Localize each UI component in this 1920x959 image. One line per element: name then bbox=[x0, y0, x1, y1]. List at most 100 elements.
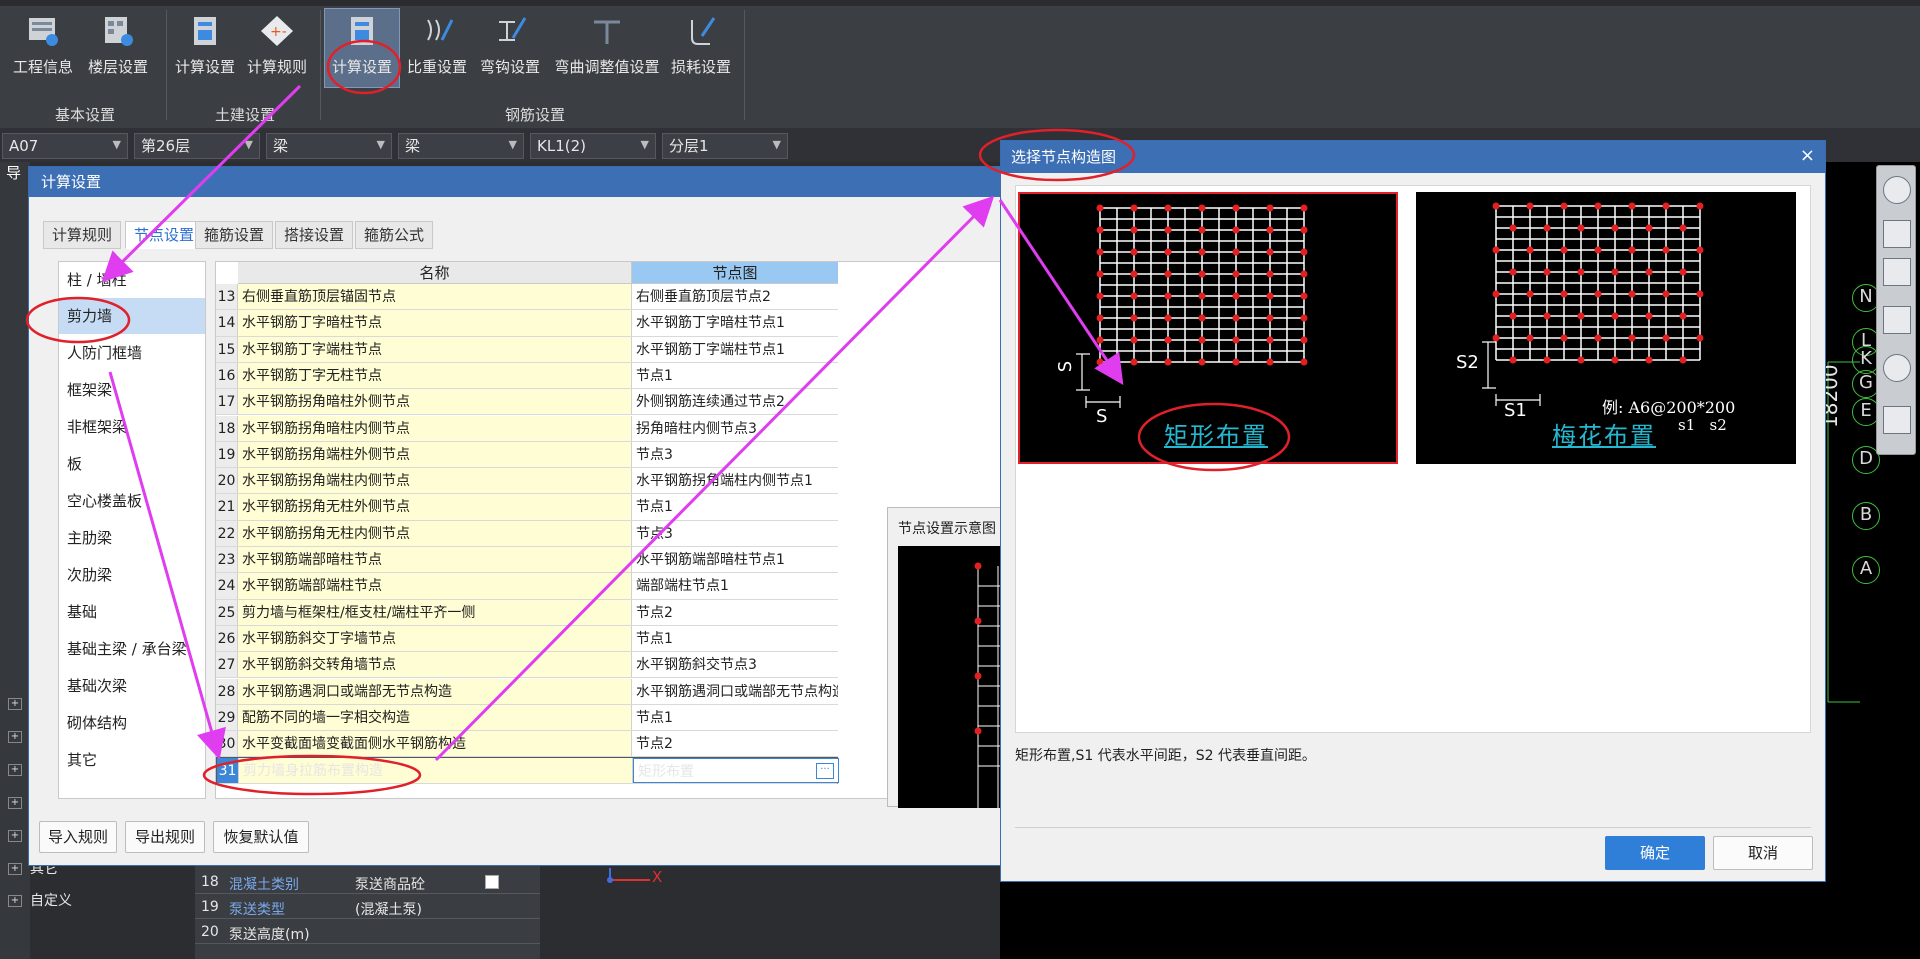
row-node-value[interactable]: 外侧钢筋连续通过节点2 bbox=[632, 389, 838, 415]
category-item[interactable]: 空心楼盖板 bbox=[59, 483, 205, 519]
hook-settings-button[interactable]: 弯钩设置 bbox=[476, 10, 544, 86]
row-node-value[interactable]: 节点3 bbox=[632, 441, 838, 468]
expand-icon[interactable]: + bbox=[8, 863, 22, 875]
category-item[interactable]: 柱 / 墙柱 bbox=[59, 262, 205, 298]
project-select[interactable]: A07 ▼ bbox=[2, 133, 128, 159]
nav-item-custom[interactable]: 自定义 bbox=[30, 890, 72, 910]
row-node-value[interactable]: 右侧垂直筋顶层节点2 bbox=[632, 284, 838, 310]
table-row[interactable]: 16 水平钢筋丁字无柱节点 节点1 bbox=[216, 362, 838, 390]
table-row[interactable]: 29 配筋不同的墙一字相交构造 节点1 bbox=[216, 704, 838, 732]
category-item[interactable]: 板 bbox=[59, 446, 205, 482]
category-item[interactable]: 基础主梁 / 承台梁 bbox=[59, 631, 205, 667]
tab-calc-rules[interactable]: 计算规则 bbox=[43, 221, 122, 249]
floor-select[interactable]: 第26层 ▼ bbox=[134, 133, 260, 159]
category-item[interactable]: 砌体结构 bbox=[59, 705, 205, 741]
column-header-name[interactable]: 名称 bbox=[238, 262, 632, 284]
loss-settings-button[interactable]: 损耗设置 bbox=[668, 10, 734, 86]
table-row[interactable]: 17 水平钢筋拐角暗柱外侧节点 外侧钢筋连续通过节点2 bbox=[216, 389, 838, 416]
table-row[interactable]: 28 水平钢筋遇洞口或端部无节点构造 水平钢筋遇洞口或端部无节点构造2 bbox=[216, 678, 838, 705]
row-node-value[interactable]: 端部端柱节点1 bbox=[632, 573, 838, 599]
bend-adjust-button[interactable]: 弯曲调整值设置 bbox=[550, 10, 664, 86]
table-row[interactable]: 22 水平钢筋拐角无柱内侧节点 节点3 bbox=[216, 520, 838, 547]
layers-icon[interactable] bbox=[1883, 406, 1911, 434]
tab-stirrup-settings[interactable]: 箍筋设置 bbox=[195, 221, 274, 249]
import-rules-button[interactable]: 导入规则 bbox=[39, 821, 117, 853]
expand-icon[interactable]: + bbox=[8, 698, 22, 710]
row-node-value[interactable]: 水平钢筋端部暗柱节点1 bbox=[632, 547, 838, 573]
node-option-plum-blossom[interactable]: S2 S1 例: A6@200*200 s1 s2 梅花布置 bbox=[1416, 192, 1796, 464]
row-node-value[interactable]: 水平钢筋拐角端柱内侧节点1 bbox=[632, 468, 838, 494]
rebar-calc-settings-button[interactable]: 计算设置 bbox=[328, 10, 396, 86]
row-node-value[interactable]: 拐角暗柱内侧节点3 bbox=[632, 415, 838, 441]
row-node-value[interactable]: 水平钢筋丁字端柱节点1 bbox=[632, 336, 838, 362]
table-row[interactable]: 15 水平钢筋丁字端柱节点 水平钢筋丁字端柱节点1 bbox=[216, 336, 838, 363]
category-item[interactable]: 非框架梁 bbox=[59, 409, 205, 445]
close-icon[interactable]: × bbox=[1800, 141, 1815, 171]
tab-node-settings[interactable]: 节点设置 bbox=[125, 221, 204, 249]
table-row[interactable]: 18 水平钢筋拐角暗柱内侧节点 拐角暗柱内侧节点3 bbox=[216, 415, 838, 442]
category-item[interactable]: 基础次梁 bbox=[59, 668, 205, 704]
3d-view-icon[interactable] bbox=[1883, 220, 1911, 248]
row-node-value[interactable]: 水平钢筋斜交节点3 bbox=[632, 652, 838, 678]
table-row[interactable]: 27 水平钢筋斜交转角墙节点 水平钢筋斜交节点3 bbox=[216, 652, 838, 679]
export-rules-button[interactable]: 导出规则 bbox=[125, 821, 205, 853]
table-row[interactable]: 24 水平钢筋端部端柱节点 端部端柱节点1 bbox=[216, 573, 838, 600]
column-header-node[interactable]: 节点图 bbox=[632, 262, 838, 284]
calc-rules-button[interactable]: +- 计算规则 bbox=[244, 10, 310, 86]
tab-lap-settings[interactable]: 搭接设置 bbox=[275, 221, 354, 249]
row-node-value[interactable]: 节点1 bbox=[632, 625, 838, 652]
row-node-value[interactable]: 节点2 bbox=[632, 731, 838, 757]
row-node-value[interactable]: 节点1 bbox=[632, 362, 838, 389]
category-item[interactable]: 主肋梁 bbox=[59, 520, 205, 556]
row-node-value[interactable]: 节点1 bbox=[632, 704, 838, 731]
category-item[interactable]: 其它 bbox=[59, 742, 205, 778]
top-view-icon[interactable] bbox=[1883, 258, 1911, 286]
category-item[interactable]: 人防门框墙 bbox=[59, 335, 205, 371]
cancel-button[interactable]: 取消 bbox=[1713, 836, 1813, 870]
component-select[interactable]: 梁 ▼ bbox=[398, 133, 524, 159]
orbit-icon[interactable] bbox=[1883, 176, 1911, 204]
table-row[interactable]: 26 水平钢筋斜交丁字墙节点 节点1 bbox=[216, 625, 838, 653]
category-item[interactable]: 框架梁 bbox=[59, 372, 205, 408]
member-select[interactable]: KL1(2) ▼ bbox=[530, 133, 656, 159]
row-node-value[interactable]: 水平钢筋遇洞口或端部无节点构造2 bbox=[632, 678, 838, 704]
expand-icon[interactable]: + bbox=[8, 830, 22, 842]
table-row[interactable]: 21 水平钢筋拐角无柱外侧节点 节点1 bbox=[216, 494, 838, 521]
project-info-button[interactable]: 工程信息 bbox=[10, 10, 76, 86]
table-row[interactable]: 20 水平钢筋拐角端柱内侧节点 水平钢筋拐角端柱内侧节点1 bbox=[216, 468, 838, 495]
category-item[interactable]: 基础 bbox=[59, 594, 205, 630]
component-type-select[interactable]: 梁 ▼ bbox=[266, 133, 392, 159]
expand-icon[interactable]: + bbox=[8, 731, 22, 743]
category-item[interactable]: 次肋梁 bbox=[59, 557, 205, 593]
table-row[interactable]: 19 水平钢筋拐角端柱外侧节点 节点3 bbox=[216, 441, 838, 469]
rotate-icon[interactable] bbox=[1883, 354, 1911, 382]
checkbox[interactable] bbox=[485, 875, 499, 889]
table-row[interactable]: 14 水平钢筋丁字暗柱节点 水平钢筋丁字暗柱节点1 bbox=[216, 310, 838, 337]
row-node-value[interactable]: 节点1 bbox=[632, 494, 838, 520]
table-row[interactable]: 25 剪力墙与框架柱/框支柱/端柱平齐一侧 节点2 bbox=[216, 599, 838, 626]
row-node-value[interactable]: 节点2 bbox=[632, 599, 838, 625]
density-settings-button[interactable]: 比重设置 bbox=[404, 10, 470, 86]
expand-icon[interactable]: + bbox=[8, 895, 22, 907]
expand-icon[interactable]: + bbox=[8, 797, 22, 809]
row-node-value[interactable]: 节点3 bbox=[632, 520, 838, 546]
table-row[interactable]: 19 泵送类型 (混凝土泵) bbox=[195, 897, 540, 919]
box-view-icon[interactable] bbox=[1883, 306, 1911, 334]
table-row[interactable]: 30 水平变截面墙变截面侧水平钢筋构造 节点2 bbox=[216, 731, 838, 758]
ok-button[interactable]: 确定 bbox=[1605, 836, 1705, 870]
node-value-editor[interactable]: 矩形布置 ··· bbox=[633, 758, 839, 783]
tab-stirrup-formula[interactable]: 箍筋公式 bbox=[355, 221, 434, 249]
table-row[interactable]: 23 水平钢筋端部暗柱节点 水平钢筋端部暗柱节点1 bbox=[216, 547, 838, 574]
ellipsis-button[interactable]: ··· bbox=[816, 763, 834, 780]
table-row[interactable]: 18 混凝土类别 泵送商品砼 bbox=[195, 872, 540, 894]
row-node-value[interactable]: 水平钢筋丁字暗柱节点1 bbox=[632, 310, 838, 336]
node-option-rectangular[interactable]: S S 矩形布置 bbox=[1018, 192, 1398, 464]
floor-settings-button[interactable]: 楼层设置 bbox=[82, 10, 154, 86]
category-item-shear-wall[interactable]: 剪力墙 bbox=[59, 298, 205, 334]
table-row[interactable]: 13 右侧垂直筋顶层锚固节点 右侧垂直筋顶层节点2 bbox=[216, 284, 838, 311]
layer-select[interactable]: 分层1 ▼ bbox=[662, 133, 788, 159]
calc-settings-button[interactable]: 计算设置 bbox=[172, 10, 238, 86]
table-row[interactable]: 31 剪力墙身拉筋布置构造 矩形布置 ··· bbox=[216, 757, 839, 784]
expand-icon[interactable]: + bbox=[8, 764, 22, 776]
table-row[interactable]: 20 泵送高度(m) bbox=[195, 922, 540, 944]
